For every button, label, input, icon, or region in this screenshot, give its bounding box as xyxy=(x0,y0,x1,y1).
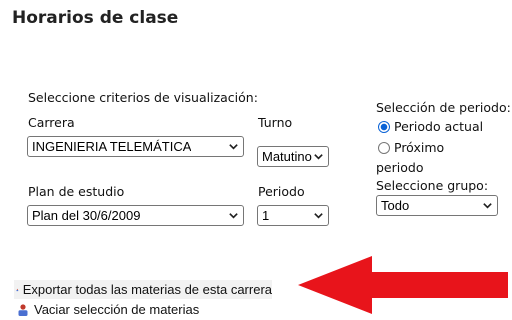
turno-select[interactable]: Matutino xyxy=(257,146,329,167)
periodo-select-value: 1 xyxy=(262,208,270,223)
radio-periodo-actual-label: Periodo actual xyxy=(394,119,484,134)
chevron-down-icon xyxy=(483,203,492,209)
chevron-down-icon xyxy=(229,213,238,219)
criteria-heading: Seleccione criterios de visualización: xyxy=(28,90,258,105)
period-selection-heading: Selección de periodo: xyxy=(376,100,511,115)
periodo-select[interactable]: 1 xyxy=(257,205,329,226)
user-export-icon xyxy=(16,288,19,291)
clear-subjects-label: Vaciar selección de materias xyxy=(34,302,200,317)
user-clear-icon xyxy=(18,303,28,316)
carrera-select[interactable]: INGENIERIA TELEMÁTICA xyxy=(27,136,244,157)
export-all-subjects-label: Exportar todas las materias de esta carr… xyxy=(22,282,272,297)
group-select-value: Todo xyxy=(381,198,410,213)
radio-proximo-periodo-label: Próximo xyxy=(394,140,445,155)
radio-proximo-periodo[interactable]: Próximo xyxy=(378,140,444,155)
clear-subjects-link[interactable]: Vaciar selección de materias xyxy=(14,300,199,319)
plan-select-value: Plan del 30/6/2009 xyxy=(32,208,141,223)
periodo-label: Periodo xyxy=(258,184,305,199)
turno-select-value: Matutino xyxy=(262,149,312,164)
radio-periodo-actual[interactable]: Periodo actual xyxy=(378,119,483,134)
group-select[interactable]: Todo xyxy=(376,195,498,216)
page-title: Horarios de clase xyxy=(12,8,179,28)
radio-proximo-periodo-input[interactable] xyxy=(378,141,390,154)
carrera-select-value: INGENIERIA TELEMÁTICA xyxy=(32,139,192,154)
chevron-down-icon xyxy=(229,144,238,150)
chevron-down-icon xyxy=(314,154,323,160)
carrera-label: Carrera xyxy=(28,115,75,130)
red-arrow-annotation xyxy=(298,256,508,314)
plan-select[interactable]: Plan del 30/6/2009 xyxy=(27,205,244,226)
chevron-down-icon xyxy=(314,213,323,219)
plan-label: Plan de estudio xyxy=(28,184,125,199)
radio-periodo-actual-input[interactable] xyxy=(378,120,390,133)
turno-label: Turno xyxy=(258,115,293,130)
group-label: Seleccione grupo: xyxy=(376,178,489,193)
export-all-subjects-link[interactable]: Exportar todas las materias de esta carr… xyxy=(14,280,272,299)
radio-proximo-periodo-label-cont: periodo xyxy=(376,160,424,175)
